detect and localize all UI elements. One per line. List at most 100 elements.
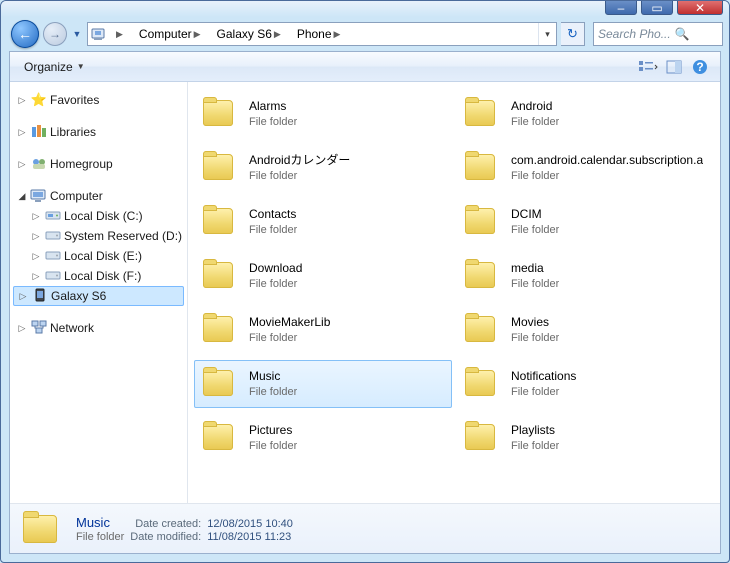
tree-network[interactable]: ▷ Network [10, 318, 187, 338]
minimize-button[interactable]: – [605, 1, 637, 15]
expand-arrow-icon[interactable]: ▷ [16, 127, 28, 138]
expand-arrow-icon[interactable]: ▷ [30, 271, 42, 282]
folder-name: Android [511, 99, 559, 115]
folder-icon [461, 202, 503, 242]
folder-item[interactable]: ContactsFile folder [194, 198, 452, 246]
titlebar[interactable]: – ▭ ✕ [1, 1, 729, 17]
tree-homegroup[interactable]: ▷ Homegroup [10, 154, 187, 174]
back-button[interactable]: ← [11, 20, 39, 48]
folder-name: Alarms [249, 99, 297, 115]
search-icon: 🔍 [675, 27, 690, 41]
folder-item[interactable]: AndroidカレンダーFile folder [194, 144, 452, 192]
breadcrumb-computer[interactable]: Computer▶ [133, 23, 211, 45]
folder-item[interactable]: mediaFile folder [456, 252, 714, 300]
folder-item[interactable]: DownloadFile folder [194, 252, 452, 300]
folder-item[interactable]: MoviesFile folder [456, 306, 714, 354]
folder-type: File folder [249, 223, 297, 237]
tree-drive-d[interactable]: ▷ System Reserved (D:) [10, 226, 187, 246]
view-options-button[interactable] [636, 56, 660, 78]
close-button[interactable]: ✕ [677, 1, 723, 15]
refresh-button[interactable]: ↻ [561, 22, 585, 46]
expand-arrow-icon[interactable]: ▷ [17, 291, 29, 302]
folder-item[interactable]: MusicFile folder [194, 360, 452, 408]
drive-icon [44, 229, 62, 244]
tree-label: Local Disk (F:) [64, 269, 141, 283]
folder-item[interactable]: NotificationsFile folder [456, 360, 714, 408]
address-bar[interactable]: ▶ Computer▶ Galaxy S6▶ Phone▶ ▾ [87, 22, 557, 46]
expand-arrow-icon[interactable]: ▷ [30, 231, 42, 242]
expand-arrow-icon[interactable]: ▷ [30, 211, 42, 222]
folder-item[interactable]: AlarmsFile folder [194, 90, 452, 138]
preview-pane-button[interactable] [662, 56, 686, 78]
breadcrumb-root-sep[interactable]: ▶ [108, 23, 133, 45]
folder-name: Contacts [249, 207, 297, 223]
expand-arrow-icon[interactable]: ▷ [16, 159, 28, 170]
drive-icon [44, 249, 62, 264]
folder-type: File folder [249, 115, 297, 129]
folder-type: File folder [511, 115, 559, 129]
maximize-glyph: ▭ [651, 2, 662, 14]
folder-name: Movies [511, 315, 559, 331]
details-type: File folder [76, 531, 124, 543]
tree-drive-e[interactable]: ▷ Local Disk (E:) [10, 246, 187, 266]
help-button[interactable]: ? [688, 56, 712, 78]
breadcrumb-device[interactable]: Galaxy S6▶ [211, 23, 291, 45]
breadcrumb-folder[interactable]: Phone▶ [291, 23, 351, 45]
search-input[interactable]: Search Pho... 🔍 [593, 22, 723, 46]
breadcrumb-label: Phone [297, 27, 332, 41]
folder-icon [461, 148, 503, 188]
folder-name: Pictures [249, 423, 297, 439]
folder-icon [199, 148, 241, 188]
folder-icon [199, 364, 241, 404]
folder-item[interactable]: com.android.calendar.subscription.aFile … [456, 144, 714, 192]
breadcrumb-label: Galaxy S6 [217, 27, 272, 41]
chevron-down-icon: ▼ [77, 62, 85, 71]
organize-menu[interactable]: Organize ▼ [18, 57, 91, 77]
tree-computer[interactable]: ◢ Computer [10, 186, 187, 206]
location-icon [88, 27, 108, 41]
tree-label: Network [50, 321, 94, 335]
history-dropdown[interactable]: ▼ [71, 29, 83, 39]
folder-name: Playlists [511, 423, 559, 439]
details-modified-value: 11/08/2015 11:23 [207, 531, 293, 543]
collapse-arrow-icon[interactable]: ◢ [16, 191, 28, 202]
folder-name: Download [249, 261, 302, 277]
folder-type: File folder [249, 439, 297, 453]
folder-name: media [511, 261, 559, 277]
expand-arrow-icon[interactable]: ▷ [16, 95, 28, 106]
minimize-glyph: – [618, 2, 625, 14]
organize-label: Organize [24, 60, 73, 74]
computer-icon [30, 189, 48, 203]
navigation-pane[interactable]: ▷ ⭐ Favorites ▷ Libraries ▷ [10, 82, 188, 503]
forward-button[interactable]: → [43, 22, 67, 46]
tree-favorites[interactable]: ▷ ⭐ Favorites [10, 90, 187, 110]
close-glyph: ✕ [695, 2, 705, 14]
details-folder-icon [20, 509, 64, 549]
folder-item[interactable]: DCIMFile folder [456, 198, 714, 246]
folder-name: Notifications [511, 369, 576, 385]
tree-label: Computer [50, 189, 103, 203]
folder-type: File folder [511, 331, 559, 345]
details-modified-label: Date modified: [130, 531, 201, 543]
tree-drive-f[interactable]: ▷ Local Disk (F:) [10, 266, 187, 286]
folder-item[interactable]: AndroidFile folder [456, 90, 714, 138]
navigation-bar: ← → ▼ ▶ Computer▶ Galaxy S6▶ Phone▶ ▾ ↻ … [1, 17, 729, 51]
svg-text:?: ? [696, 60, 703, 74]
tree-device-galaxys6[interactable]: ▷ Galaxy S6 [13, 286, 184, 306]
breadcrumb-label: Computer [139, 27, 192, 41]
maximize-button[interactable]: ▭ [641, 1, 673, 15]
expand-arrow-icon[interactable]: ▷ [30, 251, 42, 262]
folder-type: File folder [511, 439, 559, 453]
folder-item[interactable]: MovieMakerLibFile folder [194, 306, 452, 354]
expand-arrow-icon[interactable]: ▷ [16, 323, 28, 334]
tree-drive-c[interactable]: ▷ Local Disk (C:) [10, 206, 187, 226]
folder-item[interactable]: PicturesFile folder [194, 414, 452, 462]
folder-type: File folder [511, 169, 703, 183]
details-created-value: 12/08/2015 10:40 [207, 518, 293, 530]
libraries-icon [30, 124, 48, 141]
body-split: ▷ ⭐ Favorites ▷ Libraries ▷ [10, 82, 720, 503]
content-pane[interactable]: AlarmsFile folderAndroidFile folderAndro… [188, 82, 720, 503]
folder-item[interactable]: PlaylistsFile folder [456, 414, 714, 462]
tree-libraries[interactable]: ▷ Libraries [10, 122, 187, 142]
address-dropdown[interactable]: ▾ [538, 23, 556, 45]
